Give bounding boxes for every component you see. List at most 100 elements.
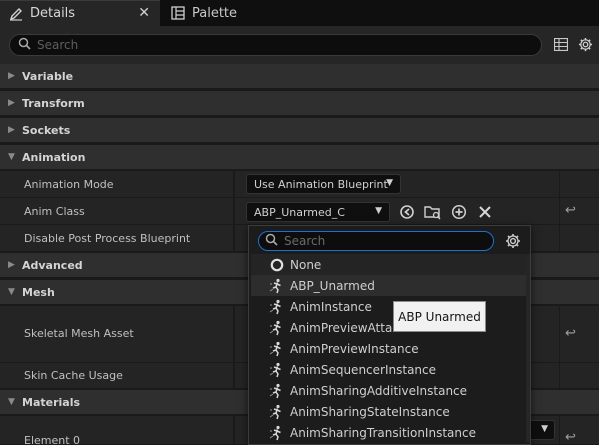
class-item-label: None: [290, 257, 322, 272]
class-item-label: AnimPreviewAttac: [290, 320, 399, 335]
property-label: Disable Post Process Blueprint: [24, 232, 191, 245]
collapse-arrow-icon: ▼: [8, 397, 15, 407]
tab-bar: Details ✕ Palette: [0, 0, 599, 26]
combo-value: ABP_Unarmed_C: [254, 205, 345, 219]
picker-settings-gear-icon[interactable]: [505, 233, 521, 252]
expand-arrow-icon: ▶: [8, 71, 15, 81]
reset-column-divider: [559, 198, 560, 224]
column-splitter[interactable]: [233, 171, 235, 197]
class-tooltip: ABP Unarmed: [393, 301, 486, 332]
category-sockets[interactable]: ▶ Sockets: [0, 118, 599, 143]
class-list-item[interactable]: ABP_Unarmed: [251, 275, 527, 296]
anim-blueprint-icon: [267, 320, 287, 336]
browse-folder-icon[interactable]: [423, 202, 443, 222]
close-icon[interactable]: ✕: [138, 5, 150, 21]
class-item-label: AnimSharingStateInstance: [290, 404, 450, 419]
class-list-item[interactable]: AnimSharingTransitionInstance: [251, 422, 527, 443]
category-label: Materials: [22, 395, 81, 409]
category-variable[interactable]: ▶ Variable: [0, 64, 599, 89]
category-label: Advanced: [22, 258, 83, 272]
search-icon: [265, 233, 278, 249]
picker-search-box[interactable]: [258, 231, 494, 251]
column-splitter[interactable]: [233, 198, 235, 224]
anim-blueprint-icon: [267, 404, 287, 420]
picker-search-input[interactable]: [284, 234, 484, 248]
class-item-label: AnimSharingTransitionInstance: [290, 425, 476, 440]
column-splitter[interactable]: [233, 225, 235, 251]
class-item-label: AnimSharingAdditiveInstance: [290, 383, 468, 398]
search-icon: [18, 37, 31, 53]
category-label: Mesh: [22, 285, 55, 299]
property-row-animation-mode: Animation Mode Use Animation Blueprint ▼: [0, 171, 599, 198]
reset-column-divider: [559, 171, 560, 197]
collapse-arrow-icon: ▼: [8, 287, 15, 297]
class-picker-popup: None ABP_Unarmed AnimInstance AnimPrevie…: [248, 225, 531, 445]
chevron-down-icon: ▼: [541, 424, 548, 434]
picker-scrollbar[interactable]: [526, 254, 530, 442]
details-search-row: [0, 26, 599, 64]
tab-details-label: Details: [30, 6, 76, 21]
reset-column-divider: [559, 225, 560, 251]
use-selected-icon[interactable]: [397, 202, 417, 222]
anim-blueprint-icon: [267, 362, 287, 378]
class-list-item[interactable]: AnimSharingStateInstance: [251, 401, 527, 422]
reset-to-default-icon[interactable]: ↩: [565, 430, 576, 445]
category-transform[interactable]: ▶ Transform: [0, 91, 599, 116]
category-label: Variable: [22, 69, 74, 83]
reset-column-divider: [559, 306, 560, 362]
tab-details[interactable]: Details ✕: [0, 0, 160, 26]
anim-blueprint-icon: [267, 383, 287, 399]
tooltip-text: ABP Unarmed: [398, 309, 481, 324]
class-list-item[interactable]: AnimSharingAdditiveInstance: [251, 380, 527, 401]
anim-blueprint-icon: [267, 341, 287, 357]
pencil-icon: [8, 6, 24, 22]
expand-arrow-icon: ▶: [8, 260, 15, 270]
property-label: Element 0: [24, 434, 81, 445]
class-list: None ABP_Unarmed AnimInstance AnimPrevie…: [251, 254, 527, 443]
expand-arrow-icon: ▶: [8, 98, 15, 108]
reset-to-default-icon[interactable]: ↩: [565, 326, 576, 341]
reset-to-default-icon[interactable]: ↩: [565, 203, 576, 218]
none-circle-icon: [267, 257, 287, 273]
class-item-label: AnimPreviewInstance: [290, 341, 419, 356]
column-splitter[interactable]: [233, 416, 235, 444]
class-list-item[interactable]: AnimSequencerInstance: [251, 359, 527, 380]
anim-blueprint-icon: [267, 425, 287, 441]
property-label: Skeletal Mesh Asset: [24, 327, 134, 340]
class-list-item-none[interactable]: None: [251, 254, 527, 275]
property-label: Anim Class: [24, 205, 85, 218]
table-view-icon[interactable]: [553, 37, 569, 54]
anim-class-combo[interactable]: ABP_Unarmed_C ▼: [246, 202, 390, 222]
class-item-label: ABP_Unarmed: [290, 278, 375, 293]
property-row-anim-class: Anim Class ABP_Unarmed_C ▼ ↩: [0, 198, 599, 225]
add-plus-icon[interactable]: [449, 202, 469, 222]
tab-palette[interactable]: Palette: [162, 0, 282, 26]
category-animation[interactable]: ▼ Animation: [0, 145, 599, 170]
tab-palette-label: Palette: [192, 5, 238, 21]
details-search-box[interactable]: [9, 34, 542, 56]
anim-blueprint-icon: [267, 278, 287, 294]
class-item-label: AnimSequencerInstance: [290, 362, 437, 377]
combo-value: Use Animation Blueprint: [254, 177, 388, 191]
class-item-label: AnimInstance: [290, 299, 372, 314]
category-label: Sockets: [22, 123, 71, 137]
category-label: Transform: [22, 96, 85, 110]
column-splitter[interactable]: [233, 306, 235, 362]
settings-gear-icon[interactable]: [578, 37, 593, 55]
expand-arrow-icon: ▶: [8, 125, 15, 135]
chevron-down-icon: ▼: [375, 206, 382, 216]
animation-mode-combo[interactable]: Use Animation Blueprint ▼: [246, 174, 401, 194]
class-list-item[interactable]: AnimPreviewInstance: [251, 338, 527, 359]
category-label: Animation: [22, 150, 86, 164]
anim-blueprint-icon: [267, 299, 287, 315]
chevron-down-icon: ▼: [386, 178, 393, 188]
property-label: Skin Cache Usage: [24, 369, 123, 382]
clear-x-icon[interactable]: [475, 202, 495, 222]
palette-list-icon: [170, 5, 186, 21]
property-label: Animation Mode: [24, 178, 114, 191]
column-splitter[interactable]: [233, 363, 235, 388]
search-input[interactable]: [37, 38, 517, 52]
reset-column-divider: [559, 416, 560, 444]
reset-column-divider: [559, 363, 560, 388]
collapse-arrow-icon: ▼: [8, 152, 15, 162]
